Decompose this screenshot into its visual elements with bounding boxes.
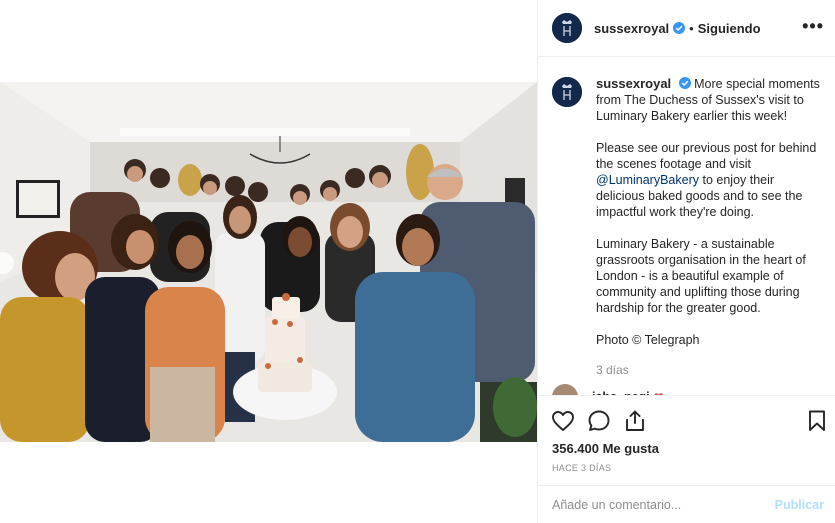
caption-text: sussexroyal More special moments from Th… bbox=[596, 76, 822, 378]
post-header: sussexroyal • Siguiendo ••• bbox=[538, 0, 835, 57]
comment-item: isha_negi ❤ bbox=[552, 384, 664, 395]
mention-link[interactable]: @LuminaryBakery bbox=[596, 173, 699, 187]
caption-username-link[interactable]: sussexroyal bbox=[596, 76, 671, 91]
caption-paragraph-3: Luminary Bakery - a sustainable grassroo… bbox=[596, 237, 806, 315]
add-comment-form: Publicar bbox=[538, 485, 835, 523]
posted-time[interactable]: HACE 3 DÍAS bbox=[552, 463, 611, 473]
share-icon[interactable] bbox=[622, 408, 648, 434]
username-link[interactable]: sussexroyal bbox=[594, 21, 669, 36]
caption-comment: sussexroyal More special moments from Th… bbox=[552, 76, 822, 378]
separator-dot: • bbox=[689, 20, 694, 36]
post-photo[interactable] bbox=[0, 82, 537, 442]
following-button[interactable]: Siguiendo bbox=[698, 21, 761, 36]
caption-paragraph-4: Photo © Telegraph bbox=[596, 333, 700, 347]
post-actions: 356.400 Me gusta HACE 3 DÍAS bbox=[538, 395, 835, 485]
media-pane bbox=[0, 0, 537, 523]
caption-timestamp[interactable]: 3 días bbox=[596, 362, 822, 378]
post-sidebar: sussexroyal • Siguiendo ••• sussexroyal bbox=[537, 0, 835, 523]
comment-icon[interactable] bbox=[586, 408, 612, 434]
heart-icon[interactable] bbox=[550, 408, 576, 434]
royal-monogram-icon bbox=[552, 77, 582, 107]
royal-monogram-icon bbox=[552, 13, 582, 43]
profile-avatar[interactable] bbox=[552, 13, 582, 43]
verified-badge-icon bbox=[678, 77, 691, 89]
verified-badge-icon bbox=[673, 22, 686, 34]
bookmark-icon[interactable] bbox=[804, 408, 830, 434]
commenter-avatar[interactable] bbox=[552, 384, 578, 395]
likes-count[interactable]: 356.400 Me gusta bbox=[552, 441, 659, 456]
caption-paragraph-2-start: Please see our previous post for behind … bbox=[596, 141, 817, 171]
comment-input[interactable] bbox=[552, 495, 762, 515]
caption-avatar[interactable] bbox=[552, 77, 582, 107]
more-options-icon[interactable]: ••• bbox=[802, 16, 824, 37]
comments-section: sussexroyal More special moments from Th… bbox=[538, 57, 835, 395]
group-photo-illustration bbox=[0, 82, 537, 442]
publish-button[interactable]: Publicar bbox=[775, 498, 824, 512]
